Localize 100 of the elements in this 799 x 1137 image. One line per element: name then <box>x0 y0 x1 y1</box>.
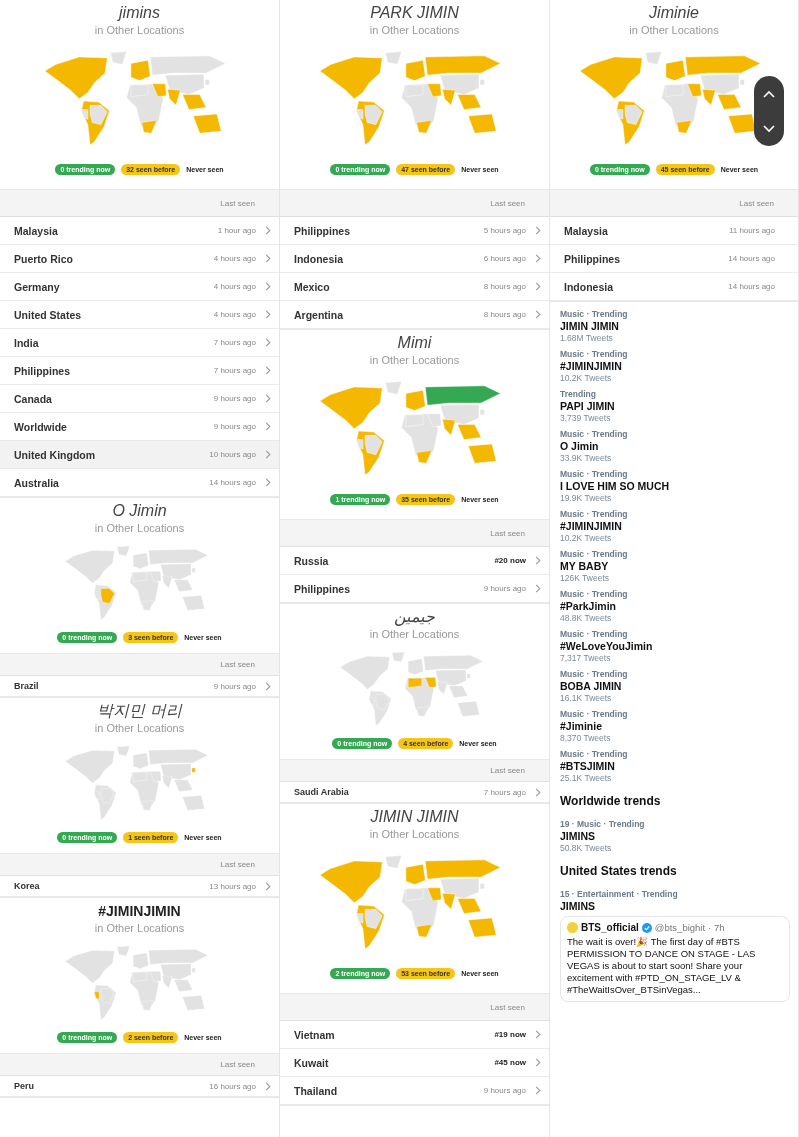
map-title: jimins <box>119 3 160 23</box>
country-name: Kuwait <box>294 1056 330 1069</box>
chevron-icon <box>265 881 271 891</box>
country-name: Malaysia <box>14 224 59 237</box>
trend-category: Music · Trending <box>560 588 629 600</box>
country-name: United Kingdom <box>14 448 97 461</box>
trend-category: Music · Trending <box>560 748 629 760</box>
trend-category: Music · Trending <box>560 348 629 360</box>
trend-name[interactable]: JIMINS <box>560 830 790 842</box>
last-seen-time: 7 hours ago <box>483 787 526 797</box>
tweet-handle: @bts_bighit <box>654 922 706 933</box>
last-seen-time: 11 hours ago <box>728 226 775 235</box>
chevron-icon <box>265 254 271 263</box>
map-title: 박지민 머리 <box>97 701 182 721</box>
last-seen-time: 14 hours ago <box>728 282 775 291</box>
chevron-icon <box>535 1086 541 1095</box>
last-seen-time: 10 hours ago <box>209 450 256 459</box>
map-subtitle: in Other Locations <box>369 827 460 842</box>
verified-icon <box>641 922 652 933</box>
map-title: PARK JIMIN <box>370 3 459 23</box>
last-seen-time: 6 hours ago <box>483 254 526 263</box>
chevron-icon <box>265 310 271 319</box>
trend-name[interactable]: #BTSJIMIN <box>560 760 790 772</box>
tweet-count: 48.8K Tweets <box>560 612 613 624</box>
last-seen-time: 9 hours ago <box>483 584 526 593</box>
column-header: Last seen <box>220 198 255 208</box>
chevron-icon <box>535 1058 541 1067</box>
trend-name[interactable]: #Jiminie <box>560 720 790 732</box>
trend-category: Music · Trending <box>560 308 629 320</box>
country-name: Puerto Rico <box>14 252 74 265</box>
last-seen-time: 4 hours ago <box>213 282 256 291</box>
last-seen-time: 7 hours ago <box>213 338 256 347</box>
last-seen-time: 9 hours ago <box>483 1086 526 1095</box>
tweet-count: 7,317 Tweets <box>560 652 612 664</box>
trend-name[interactable]: O Jimin <box>560 440 790 452</box>
chevron-icon <box>265 226 271 235</box>
country-name: Korea <box>14 881 41 891</box>
column-header: Last seen <box>220 660 255 669</box>
trend-name[interactable]: BOBA JIMIN <box>560 680 790 692</box>
country-name: Germany <box>14 280 61 293</box>
country-name: Worldwide <box>14 420 68 433</box>
map-subtitle: in Other Locations <box>629 23 719 38</box>
trend-name[interactable]: PAPI JIMIN <box>560 400 790 412</box>
trend-name[interactable]: #ParkJimin <box>560 600 790 612</box>
country-name: Indonesia <box>294 252 344 265</box>
chevron-icon <box>535 584 541 593</box>
last-seen-time: 5 hours ago <box>483 226 526 235</box>
trend-name[interactable]: JIMIN JIMIN <box>560 320 790 332</box>
map-subtitle: in Other Locations <box>94 921 185 936</box>
last-seen-time: 9 hours ago <box>213 422 256 431</box>
country-name: Malaysia <box>564 224 609 237</box>
last-seen-time: 9 hours ago <box>213 681 256 691</box>
country-name: Argentina <box>294 308 344 321</box>
last-seen-time: #20 now <box>494 556 526 565</box>
country-name: Vietnam <box>294 1028 336 1041</box>
trend-category: Music · Trending <box>560 668 629 680</box>
scroll-up-button[interactable] <box>763 89 775 98</box>
country-name: Brazil <box>14 681 40 691</box>
last-seen-time: 13 hours ago <box>209 881 256 891</box>
last-seen-time: 9 hours ago <box>213 394 256 403</box>
section-heading: United States trends <box>560 864 678 878</box>
last-seen-time: 4 hours ago <box>213 254 256 263</box>
column-header: Last seen <box>739 198 774 208</box>
section-heading: Worldwide trends <box>560 794 662 808</box>
scroll-down-button[interactable] <box>763 124 775 133</box>
last-seen-time: 14 hours ago <box>209 478 256 487</box>
last-seen-time: 7 hours ago <box>213 366 256 375</box>
country-name: Saudi Arabia <box>294 787 350 797</box>
trend-category: 19 · Music · Trending <box>560 818 646 830</box>
tweet-card[interactable] <box>560 916 790 1002</box>
map-title: O Jimin <box>112 501 167 521</box>
trend-category: Music · Trending <box>560 508 629 520</box>
column-header: Last seen <box>490 198 525 208</box>
trend-category: Music · Trending <box>560 548 629 560</box>
column-header: Last seen <box>490 1002 525 1012</box>
trend-name[interactable]: #JIMINJIMIN <box>560 520 790 532</box>
chevron-icon <box>535 310 541 319</box>
trend-name[interactable]: #JIMINJIMIN <box>560 360 790 372</box>
last-seen-time: 14 hours ago <box>728 254 775 263</box>
chevron-icon <box>265 394 271 403</box>
tweet-count: 8,370 Tweets <box>560 732 612 744</box>
chevron-icon <box>535 254 541 263</box>
chevron-icon <box>265 338 271 347</box>
country-name: Australia <box>14 476 60 489</box>
location-row[interactable]: United Kingdom 10 hours ago <box>0 441 279 469</box>
chevron-icon <box>265 1081 271 1091</box>
trend-name[interactable]: I LOVE HIM SO MUCH <box>560 480 790 492</box>
tweet-count: 50.8K Tweets <box>560 842 613 854</box>
trend-name[interactable]: #WeLoveYouJimin <box>560 640 790 652</box>
tweet-count: 3,739 Tweets <box>560 412 612 424</box>
country-name: India <box>14 336 40 349</box>
country-name: Peru <box>14 1081 35 1091</box>
trend-name[interactable]: MY BABY <box>560 560 790 572</box>
column-header: Last seen <box>220 860 255 869</box>
chevron-icon <box>265 478 271 487</box>
last-seen-time: 4 hours ago <box>213 310 256 319</box>
trend-category: Music · Trending <box>560 468 629 480</box>
tweet-text: The wait is over!🎉 The first day of #BTS PERMISSION TO DANCE ON STAGE - LAS VEGAS is about to start soon! Share your excitement with #PTD_ON_STAGE_LV & #TheWaitIsOver_BTSinVegas... <box>567 936 757 996</box>
map-subtitle: in Other Locations <box>94 521 185 536</box>
trend-name[interactable]: JIMINS <box>560 900 790 912</box>
